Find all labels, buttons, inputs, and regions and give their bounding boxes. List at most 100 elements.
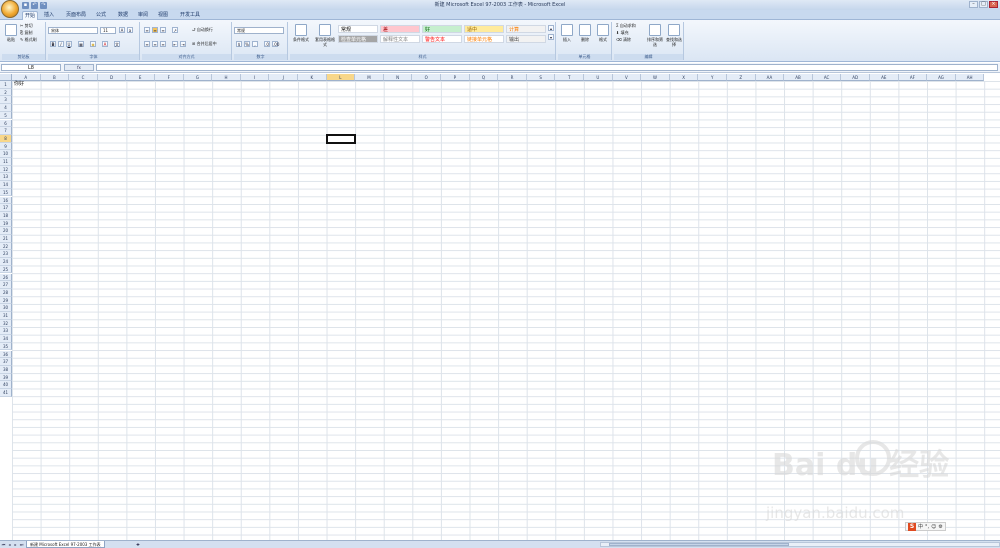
column-header[interactable]: W [641,74,670,81]
fill-color-icon[interactable]: ◈ [90,41,96,47]
phonetic-icon[interactable]: 文 [114,41,120,47]
tab-0[interactable]: 开始 [22,11,39,20]
percent-button[interactable]: % [244,41,250,47]
row-header[interactable]: 3 [0,96,12,105]
find-select-button[interactable]: 查找和选择 [665,24,683,47]
row-header[interactable]: 9 [0,142,12,151]
tab-7[interactable]: 开发工具 [178,11,202,20]
format-painter-button[interactable]: ✎ 格式刷 [20,37,37,43]
cell-style-8[interactable]: 链接单元格 [464,35,504,43]
row-header[interactable]: 27 [0,281,12,289]
maximize-icon[interactable]: □ [979,1,988,8]
row-header[interactable]: 2 [0,88,12,97]
column-header[interactable]: D [97,74,127,81]
row-header[interactable]: 12 [0,165,12,174]
column-header[interactable]: AE [870,74,899,81]
column-header[interactable]: AA [755,74,785,81]
column-header[interactable]: Z [727,74,756,81]
row-header[interactable]: 18 [0,211,12,220]
cell-style-1[interactable]: 差 [380,25,420,33]
column-header[interactable]: T [555,74,584,81]
column-header[interactable]: B [40,74,70,81]
row-header[interactable]: 22 [0,242,12,251]
row-header[interactable]: 38 [0,365,12,374]
column-header[interactable]: E [126,74,155,81]
format-cells-button[interactable]: 格式 [595,24,611,42]
styles-scroll-up-icon[interactable]: ▴ [548,25,554,31]
insert-sheet-icon[interactable]: ✚ [134,542,142,547]
row-header[interactable]: 5 [0,111,12,120]
row-header[interactable]: 26 [0,273,12,282]
column-header[interactable]: X [669,74,699,81]
column-header[interactable]: C [69,74,98,81]
ime-item-3[interactable]: ⚙ [938,524,942,530]
cell-style-4[interactable]: 计算 [506,25,546,33]
row-header[interactable]: 8 [0,134,12,143]
font-color-icon[interactable]: A [102,41,108,47]
column-header[interactable]: Q [469,74,499,81]
close-icon[interactable]: × [989,1,998,8]
row-header[interactable]: 20 [0,227,12,235]
column-header[interactable]: O [412,74,441,81]
fill-button[interactable]: ⬇ 填充 [616,30,629,36]
column-header[interactable]: H [212,74,241,81]
align-center-icon[interactable]: ≡ [152,41,158,47]
align-left-icon[interactable]: ≡ [144,41,150,47]
sort-filter-button[interactable]: 排序和筛选 [646,24,664,47]
row-header[interactable]: 36 [0,350,12,359]
ime-item-1[interactable]: °, [925,524,929,530]
cell-style-0[interactable]: 常规 [338,25,378,33]
tab-5[interactable]: 审阅 [136,11,150,20]
shrink-font-icon[interactable]: a [127,27,133,33]
increase-indent-icon[interactable]: ⇥ [180,41,186,47]
column-header[interactable]: AD [841,74,870,81]
row-header[interactable]: 19 [0,219,12,228]
align-top-icon[interactable]: ≡ [144,27,150,33]
row-header[interactable]: 24 [0,258,12,266]
row-header[interactable]: 15 [0,188,12,197]
row-header[interactable]: 16 [0,196,12,205]
row-header[interactable]: 33 [0,327,12,336]
currency-icon[interactable]: $ [236,41,242,47]
column-header[interactable]: A [12,74,41,81]
comma-button[interactable]: , [252,41,258,47]
column-header[interactable]: M [355,74,384,81]
column-header[interactable]: AH [955,74,985,81]
font-name-combo[interactable]: 宋体 [48,27,98,34]
horizontal-scrollbar[interactable] [600,542,1000,547]
column-header[interactable]: V [612,74,642,81]
row-header[interactable]: 21 [0,235,12,243]
ime-item-0[interactable]: 中 [918,523,923,530]
column-header[interactable]: F [155,74,184,81]
decrease-indent-icon[interactable]: ⇤ [172,41,178,47]
row-header[interactable]: 31 [0,312,12,320]
row-header[interactable]: 41 [0,389,12,397]
formula-input[interactable] [96,64,998,71]
row-header[interactable]: 6 [0,119,12,128]
row-header[interactable]: 1 [0,81,12,89]
row-header[interactable]: 39 [0,373,12,382]
row-header[interactable]: 4 [0,104,12,112]
underline-button[interactable]: U [66,41,72,47]
column-header[interactable]: AB [784,74,813,81]
number-format-combo[interactable]: 常规 [234,27,284,34]
align-bottom-icon[interactable]: ≡ [160,27,166,33]
tab-1[interactable]: 插入 [42,11,56,20]
column-header[interactable]: AG [927,74,956,81]
grow-font-icon[interactable]: A [119,27,125,33]
bold-button[interactable]: B [50,41,56,47]
align-right-icon[interactable]: ≡ [160,41,166,47]
delete-cells-button[interactable]: 删除 [577,24,593,42]
column-header[interactable]: I [240,74,270,81]
column-header[interactable]: U [584,74,613,81]
autosum-button[interactable]: Σ 自动求和 [616,23,636,29]
cell-style-2[interactable]: 好 [422,25,462,33]
sheet-tab[interactable]: 新建 Microsoft Excel 97-2003 工作表 [26,541,105,548]
row-header[interactable]: 32 [0,319,12,328]
column-header[interactable]: R [498,74,527,81]
styles-scroll-down-icon[interactable]: ▾ [548,34,554,40]
paste-button[interactable]: 粘贴 [4,24,18,42]
minimize-icon[interactable]: – [969,1,978,8]
row-header[interactable]: 14 [0,181,12,189]
row-header[interactable]: 13 [0,173,12,182]
